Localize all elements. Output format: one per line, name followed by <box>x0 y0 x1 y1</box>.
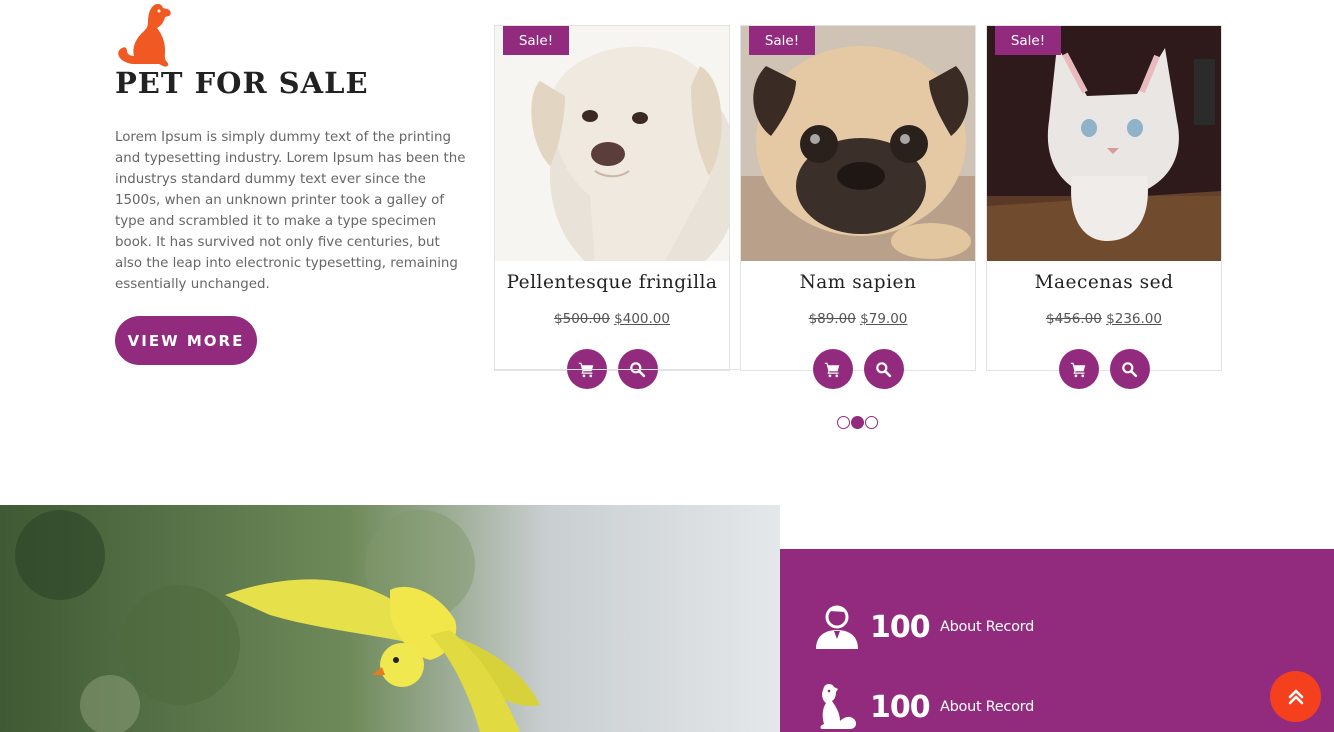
intro-description: Lorem Ipsum is simply dummy text of the … <box>115 130 466 292</box>
quick-view-button[interactable] <box>863 349 904 389</box>
product-prices: $500.00 $400.00 <box>495 311 729 327</box>
stat-label: About Record <box>940 619 1034 635</box>
stat-item: 100 About Record <box>814 603 1034 651</box>
carousel-scrollbar-thumb[interactable] <box>1194 59 1215 125</box>
back-to-top-button[interactable] <box>1270 671 1321 722</box>
product-prices: $456.00 $236.00 <box>987 311 1221 327</box>
old-price: $500.00 <box>554 311 610 327</box>
add-to-cart-button[interactable] <box>812 349 853 389</box>
sale-badge: Sale! <box>749 26 815 55</box>
dog-icon <box>820 684 857 729</box>
carousel-pagination <box>837 416 878 429</box>
carousel-baseline <box>494 369 740 370</box>
stat-label: About Record <box>940 699 1034 715</box>
stat-number: 100 <box>870 609 931 645</box>
bird-photo <box>0 505 780 732</box>
dog-logo-icon <box>118 3 171 67</box>
person-icon <box>816 605 858 649</box>
shopping-cart-icon <box>1070 362 1086 377</box>
magnifier-icon <box>1122 361 1138 377</box>
product-name[interactable]: Maecenas sed <box>987 272 1221 293</box>
product-name[interactable]: Pellentesque fringilla <box>495 272 729 293</box>
product-card[interactable]: Sale! Pellentesque fringilla $500.00 $40… <box>494 25 730 389</box>
product-image-pug[interactable] <box>741 26 975 261</box>
shopping-cart-icon <box>824 362 840 377</box>
carousel-dot-1[interactable] <box>837 416 850 429</box>
product-prices: $89.00 $79.00 <box>741 311 975 327</box>
product-actions <box>741 349 975 389</box>
product-card[interactable]: Sale! Maecenas sed $456.00 $236.00 <box>986 25 1222 389</box>
product-image-white-dog[interactable] <box>495 26 729 261</box>
section-title: PET FOR SALE <box>115 66 369 100</box>
magnifier-icon <box>876 361 892 377</box>
product-image-white-kitten[interactable] <box>987 26 1221 261</box>
sale-badge: Sale! <box>503 26 569 55</box>
product-name[interactable]: Nam sapien <box>741 272 975 293</box>
quick-view-button[interactable] <box>1109 349 1150 389</box>
stat-number: 100 <box>870 689 931 725</box>
double-chevron-up-icon <box>1288 689 1303 704</box>
stats-panel: 100 About Record 100 About Record <box>780 549 1334 732</box>
old-price: $456.00 <box>1046 311 1102 327</box>
carousel-dot-2[interactable] <box>851 416 864 429</box>
new-price: $79.00 <box>860 311 908 327</box>
new-price: $236.00 <box>1106 311 1162 327</box>
product-actions <box>987 349 1221 389</box>
view-more-button[interactable]: VIEW MORE <box>115 316 257 365</box>
stat-item: 100 About Record <box>814 683 1034 731</box>
carousel-dot-3[interactable] <box>865 416 878 429</box>
sale-badge: Sale! <box>995 26 1061 55</box>
old-price: $89.00 <box>808 311 856 327</box>
product-card[interactable]: Sale! Nam sapien $89.00 $79.00 <box>740 25 976 389</box>
new-price: $400.00 <box>614 311 670 327</box>
add-to-cart-button[interactable] <box>1058 349 1099 389</box>
